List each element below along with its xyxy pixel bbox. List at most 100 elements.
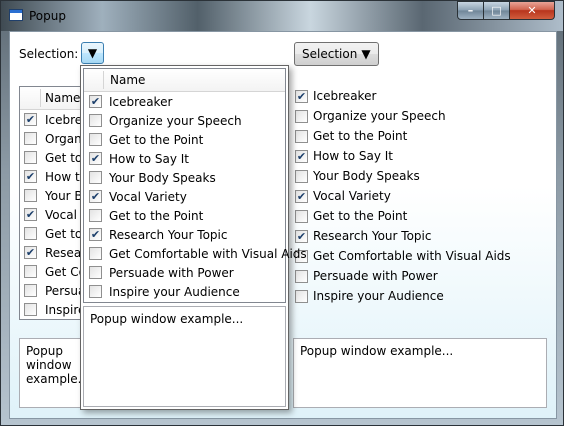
popup-listbox-header[interactable]: Name: [84, 69, 285, 92]
right-textbox-text: Popup window example...: [300, 344, 454, 358]
popup-list-row[interactable]: Get Comfortable with Visual Aids: [84, 244, 307, 263]
checkbox-checked[interactable]: ✔: [24, 170, 37, 183]
popup-list-row[interactable]: Inspire your Audience: [84, 282, 285, 301]
popup-list-row-label: Research Your Topic: [109, 227, 228, 242]
close-icon: ✕: [527, 4, 537, 17]
minimize-button[interactable]: –: [457, 1, 484, 20]
popup-list-row-label: Icebreaker: [109, 94, 173, 109]
selection-dropdown-label: Selection: [302, 47, 358, 61]
popup-list-row-label: Get to the Point: [109, 208, 204, 223]
popup-list-row-label: Persuade with Power: [109, 265, 234, 280]
right-list-row[interactable]: Organize your Speech: [295, 106, 545, 126]
checkbox-unchecked[interactable]: [89, 266, 102, 279]
right-list-row[interactable]: Persuade with Power: [295, 266, 545, 286]
right-textbox[interactable]: Popup window example...: [293, 338, 547, 408]
popup-list-row[interactable]: ✔ Icebreaker: [84, 92, 285, 111]
name-column-header: Name: [110, 73, 146, 87]
maximize-icon: □: [491, 4, 502, 17]
checkbox-unchecked[interactable]: [89, 209, 102, 222]
checkbox-checked[interactable]: ✔: [89, 228, 102, 241]
checkbox-unchecked[interactable]: [89, 114, 102, 127]
checkbox-checked[interactable]: ✔: [89, 95, 102, 108]
close-button[interactable]: ✕: [510, 1, 555, 20]
checkbox-checked[interactable]: ✔: [24, 208, 37, 221]
checkbox-checked[interactable]: ✔: [295, 149, 308, 163]
popup-list-row-label: Organize your Speech: [109, 113, 242, 128]
selection-dropdown-button[interactable]: Selection ▼: [294, 42, 379, 66]
chevron-down-icon: ▼: [87, 46, 98, 60]
right-list-row[interactable]: ✔ Vocal Variety: [295, 186, 545, 206]
right-checkbox-list: ✔ Icebreaker Organize your Speech Get to th…: [295, 86, 545, 306]
selection-toggle-button[interactable]: ▼: [81, 42, 104, 64]
maximize-button[interactable]: □: [484, 1, 510, 20]
popup-list-row[interactable]: Your Body Speaks: [84, 168, 285, 187]
checkbox-unchecked[interactable]: [24, 265, 37, 278]
popup-textbox[interactable]: Popup window example...: [83, 306, 286, 407]
popup-list-row[interactable]: Persuade with Power: [84, 263, 285, 282]
window-title: Popup: [29, 9, 66, 23]
popup-list-row-label: Your Body Speaks: [109, 170, 216, 185]
right-list-row-label: Vocal Variety: [313, 189, 391, 203]
popup-window: Popup – □ ✕ Selection: ▼ Name ✔ Icebreake…: [0, 0, 564, 426]
popup-listbox-rows: ✔ Icebreaker Organize your Speech Get to th…: [84, 92, 307, 301]
right-list-row[interactable]: ✔ How to Say It: [295, 146, 545, 166]
right-list-row-label: Icebreaker: [313, 89, 377, 103]
right-list-row[interactable]: ✔ Icebreaker: [295, 86, 545, 106]
checkbox-unchecked[interactable]: [295, 129, 308, 143]
checkbox-unchecked[interactable]: [295, 109, 308, 123]
right-list-row-label: Organize your Speech: [313, 109, 446, 123]
checkbox-checked[interactable]: ✔: [295, 89, 308, 103]
checkbox-unchecked[interactable]: [24, 151, 37, 164]
selection-popup: Name ✔ Icebreaker Organize your Speech Get …: [80, 65, 307, 410]
checkbox-unchecked[interactable]: [295, 169, 308, 183]
right-list-row[interactable]: Get to the Point: [295, 126, 545, 146]
checkbox-checked[interactable]: ✔: [89, 152, 102, 165]
name-column-header: Name: [45, 91, 81, 105]
checkbox-unchecked[interactable]: [24, 132, 37, 145]
checkbox-checked[interactable]: ✔: [89, 190, 102, 203]
right-list-row[interactable]: Get Comfortable with Visual Aids: [295, 246, 545, 266]
title-bar[interactable]: Popup – □ ✕: [1, 1, 563, 31]
popup-list-row[interactable]: Organize your Speech: [84, 111, 285, 130]
checkbox-unchecked[interactable]: [295, 289, 308, 303]
header-divider: [40, 89, 41, 107]
right-list-row-label: Get to the Point: [313, 129, 408, 143]
checkbox-unchecked[interactable]: [89, 285, 102, 298]
checkbox-unchecked[interactable]: [89, 171, 102, 184]
checkbox-unchecked[interactable]: [24, 303, 37, 316]
popup-textbox-text: Popup window example...: [90, 312, 244, 326]
right-list-row-label: Your Body Speaks: [313, 169, 420, 183]
right-list-row[interactable]: Your Body Speaks: [295, 166, 545, 186]
right-list-row[interactable]: ✔ Research Your Topic: [295, 226, 545, 246]
checkbox-unchecked[interactable]: [24, 189, 37, 202]
checkbox-unchecked[interactable]: [295, 209, 308, 223]
checkbox-checked[interactable]: ✔: [295, 229, 308, 243]
minimize-icon: –: [467, 4, 474, 17]
popup-list-row-label: Get to the Point: [109, 132, 204, 147]
popup-list-row[interactable]: ✔ Research Your Topic: [84, 225, 285, 244]
right-list-row-label: Inspire your Audience: [313, 289, 444, 303]
popup-list-row-label: Get Comfortable with Visual Aids: [109, 246, 307, 261]
popup-list-row-label: How to Say It: [109, 151, 189, 166]
popup-list-row[interactable]: ✔ How to Say It: [84, 149, 285, 168]
popup-list-row[interactable]: Get to the Point: [84, 206, 285, 225]
header-divider: [103, 71, 104, 89]
popup-list-row[interactable]: ✔ Vocal Variety: [84, 187, 285, 206]
checkbox-unchecked[interactable]: [24, 284, 37, 297]
popup-listbox[interactable]: Name ✔ Icebreaker Organize your Speech Get …: [83, 68, 307, 303]
selection-label: Selection:: [19, 47, 79, 61]
caption-buttons: – □ ✕: [457, 1, 555, 21]
checkbox-unchecked[interactable]: [89, 247, 102, 260]
checkbox-checked[interactable]: ✔: [24, 246, 37, 259]
checkbox-unchecked[interactable]: [295, 269, 308, 283]
popup-list-row[interactable]: Get to the Point: [84, 130, 285, 149]
checkbox-unchecked[interactable]: [89, 133, 102, 146]
right-list-row[interactable]: Get to the Point: [295, 206, 545, 226]
checkbox-checked[interactable]: ✔: [295, 189, 308, 203]
right-list-row-label: Persuade with Power: [313, 269, 438, 283]
checkbox-unchecked[interactable]: [24, 227, 37, 240]
right-list-row[interactable]: Inspire your Audience: [295, 286, 545, 306]
chevron-down-icon: ▼: [361, 47, 371, 61]
checkbox-checked[interactable]: ✔: [24, 113, 37, 126]
right-list-row-label: Research Your Topic: [313, 229, 432, 243]
